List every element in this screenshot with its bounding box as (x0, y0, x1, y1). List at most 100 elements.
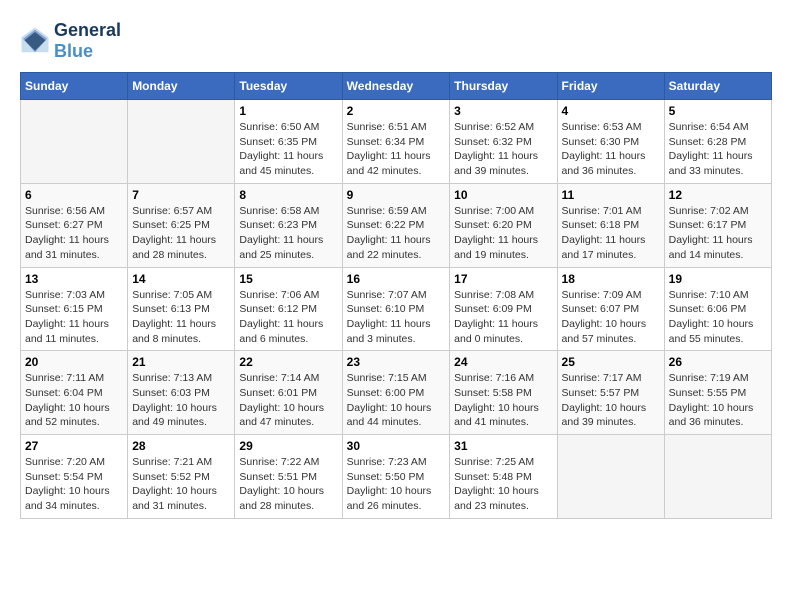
day-info: Sunrise: 7:08 AM Sunset: 6:09 PM Dayligh… (454, 288, 552, 347)
day-info: Sunrise: 6:50 AM Sunset: 6:35 PM Dayligh… (239, 120, 337, 179)
calendar-cell: 18 Sunrise: 7:09 AM Sunset: 6:07 PM Dayli… (557, 267, 664, 351)
day-info: Sunrise: 7:07 AM Sunset: 6:10 PM Dayligh… (347, 288, 446, 347)
day-number: 29 (239, 439, 337, 453)
calendar-body: 1 Sunrise: 6:50 AM Sunset: 6:35 PM Daylig… (21, 100, 772, 519)
day-number: 10 (454, 188, 552, 202)
calendar-cell: 23Sunrise: 7:15 AM Sunset: 6:00 PM Dayli… (342, 351, 450, 435)
calendar-cell: 15 Sunrise: 7:06 AM Sunset: 6:12 PM Dayli… (235, 267, 342, 351)
day-info: Sunrise: 6:56 AM Sunset: 6:27 PM Dayligh… (25, 204, 123, 263)
day-info: Sunrise: 7:21 AM Sunset: 5:52 PM Dayligh… (132, 455, 230, 514)
calendar-cell (664, 435, 771, 519)
weekday-header-friday: Friday (557, 73, 664, 100)
day-info: Sunrise: 7:02 AM Sunset: 6:17 PM Dayligh… (669, 204, 767, 263)
day-number: 15 (239, 272, 337, 286)
weekday-header-saturday: Saturday (664, 73, 771, 100)
calendar-week-row: 1 Sunrise: 6:50 AM Sunset: 6:35 PM Daylig… (21, 100, 772, 184)
day-number: 31 (454, 439, 552, 453)
day-info: Sunrise: 7:03 AM Sunset: 6:15 PM Dayligh… (25, 288, 123, 347)
calendar-week-row: 27Sunrise: 7:20 AM Sunset: 5:54 PM Dayli… (21, 435, 772, 519)
calendar-cell: 4Sunrise: 6:53 AM Sunset: 6:30 PM Daylig… (557, 100, 664, 184)
day-info: Sunrise: 7:13 AM Sunset: 6:03 PM Dayligh… (132, 371, 230, 430)
calendar-cell: 13 Sunrise: 7:03 AM Sunset: 6:15 PM Dayli… (21, 267, 128, 351)
calendar-cell: 24Sunrise: 7:16 AM Sunset: 5:58 PM Dayli… (450, 351, 557, 435)
page-header: General Blue (20, 20, 772, 62)
day-info: Sunrise: 7:25 AM Sunset: 5:48 PM Dayligh… (454, 455, 552, 514)
calendar-cell: 27Sunrise: 7:20 AM Sunset: 5:54 PM Dayli… (21, 435, 128, 519)
day-number: 19 (669, 272, 767, 286)
day-number: 2 (347, 104, 446, 118)
day-number: 8 (239, 188, 337, 202)
calendar-cell (21, 100, 128, 184)
day-info: Sunrise: 7:06 AM Sunset: 6:12 PM Dayligh… (239, 288, 337, 347)
calendar-cell: 28 Sunrise: 7:21 AM Sunset: 5:52 PM Dayli… (128, 435, 235, 519)
day-info: Sunrise: 7:10 AM Sunset: 6:06 PM Dayligh… (669, 288, 767, 347)
day-info: Sunrise: 7:20 AM Sunset: 5:54 PM Dayligh… (25, 455, 123, 514)
calendar-header-row: SundayMondayTuesdayWednesdayThursdayFrid… (21, 73, 772, 100)
day-number: 30 (347, 439, 446, 453)
day-number: 25 (562, 355, 660, 369)
calendar-cell: 30 Sunrise: 7:23 AM Sunset: 5:50 PM Dayli… (342, 435, 450, 519)
calendar-cell: 16 Sunrise: 7:07 AM Sunset: 6:10 PM Dayli… (342, 267, 450, 351)
day-number: 16 (347, 272, 446, 286)
day-info: Sunrise: 6:53 AM Sunset: 6:30 PM Dayligh… (562, 120, 660, 179)
day-info: Sunrise: 7:15 AM Sunset: 6:00 PM Dayligh… (347, 371, 446, 430)
logo: General Blue (20, 20, 121, 62)
day-info: Sunrise: 6:52 AM Sunset: 6:32 PM Dayligh… (454, 120, 552, 179)
logo-icon (20, 26, 50, 56)
day-number: 18 (562, 272, 660, 286)
logo-text: General Blue (54, 20, 121, 62)
calendar-cell: 7 Sunrise: 6:57 AM Sunset: 6:25 PM Daylig… (128, 183, 235, 267)
day-info: Sunrise: 7:22 AM Sunset: 5:51 PM Dayligh… (239, 455, 337, 514)
day-number: 22 (239, 355, 337, 369)
day-info: Sunrise: 7:14 AM Sunset: 6:01 PM Dayligh… (239, 371, 337, 430)
day-info: Sunrise: 6:59 AM Sunset: 6:22 PM Dayligh… (347, 204, 446, 263)
day-number: 1 (239, 104, 337, 118)
day-number: 7 (132, 188, 230, 202)
day-number: 5 (669, 104, 767, 118)
day-number: 13 (25, 272, 123, 286)
calendar-week-row: 13 Sunrise: 7:03 AM Sunset: 6:15 PM Dayli… (21, 267, 772, 351)
day-info: Sunrise: 7:17 AM Sunset: 5:57 PM Dayligh… (562, 371, 660, 430)
day-number: 6 (25, 188, 123, 202)
calendar-cell: 31 Sunrise: 7:25 AM Sunset: 5:48 PM Dayli… (450, 435, 557, 519)
calendar-cell: 9 Sunrise: 6:59 AM Sunset: 6:22 PM Daylig… (342, 183, 450, 267)
day-info: Sunrise: 7:19 AM Sunset: 5:55 PM Dayligh… (669, 371, 767, 430)
calendar-cell: 21 Sunrise: 7:13 AM Sunset: 6:03 PM Dayli… (128, 351, 235, 435)
calendar-cell: 1 Sunrise: 6:50 AM Sunset: 6:35 PM Daylig… (235, 100, 342, 184)
day-number: 28 (132, 439, 230, 453)
weekday-header-monday: Monday (128, 73, 235, 100)
calendar-cell: 29 Sunrise: 7:22 AM Sunset: 5:51 PM Dayli… (235, 435, 342, 519)
calendar-cell: 22 Sunrise: 7:14 AM Sunset: 6:01 PM Dayli… (235, 351, 342, 435)
calendar-cell: 5 Sunrise: 6:54 AM Sunset: 6:28 PM Daylig… (664, 100, 771, 184)
calendar-week-row: 20 Sunrise: 7:11 AM Sunset: 6:04 PM Dayli… (21, 351, 772, 435)
calendar-cell: 2 Sunrise: 6:51 AM Sunset: 6:34 PM Daylig… (342, 100, 450, 184)
calendar-cell: 19 Sunrise: 7:10 AM Sunset: 6:06 PM Dayli… (664, 267, 771, 351)
calendar-cell: 3 Sunrise: 6:52 AM Sunset: 6:32 PM Daylig… (450, 100, 557, 184)
day-number: 20 (25, 355, 123, 369)
calendar-cell: 10Sunrise: 7:00 AM Sunset: 6:20 PM Dayli… (450, 183, 557, 267)
day-number: 21 (132, 355, 230, 369)
calendar-cell: 6 Sunrise: 6:56 AM Sunset: 6:27 PM Daylig… (21, 183, 128, 267)
weekday-header-tuesday: Tuesday (235, 73, 342, 100)
calendar-cell (557, 435, 664, 519)
day-number: 26 (669, 355, 767, 369)
day-info: Sunrise: 7:11 AM Sunset: 6:04 PM Dayligh… (25, 371, 123, 430)
day-info: Sunrise: 7:23 AM Sunset: 5:50 PM Dayligh… (347, 455, 446, 514)
weekday-header-sunday: Sunday (21, 73, 128, 100)
calendar-cell: 8 Sunrise: 6:58 AM Sunset: 6:23 PM Daylig… (235, 183, 342, 267)
calendar-cell: 14Sunrise: 7:05 AM Sunset: 6:13 PM Dayli… (128, 267, 235, 351)
calendar-week-row: 6 Sunrise: 6:56 AM Sunset: 6:27 PM Daylig… (21, 183, 772, 267)
day-number: 9 (347, 188, 446, 202)
weekday-header-thursday: Thursday (450, 73, 557, 100)
day-info: Sunrise: 6:51 AM Sunset: 6:34 PM Dayligh… (347, 120, 446, 179)
day-info: Sunrise: 6:54 AM Sunset: 6:28 PM Dayligh… (669, 120, 767, 179)
day-info: Sunrise: 7:05 AM Sunset: 6:13 PM Dayligh… (132, 288, 230, 347)
day-info: Sunrise: 6:57 AM Sunset: 6:25 PM Dayligh… (132, 204, 230, 263)
day-info: Sunrise: 7:09 AM Sunset: 6:07 PM Dayligh… (562, 288, 660, 347)
day-number: 3 (454, 104, 552, 118)
day-number: 17 (454, 272, 552, 286)
day-info: Sunrise: 6:58 AM Sunset: 6:23 PM Dayligh… (239, 204, 337, 263)
day-info: Sunrise: 7:01 AM Sunset: 6:18 PM Dayligh… (562, 204, 660, 263)
calendar-cell: 25 Sunrise: 7:17 AM Sunset: 5:57 PM Dayli… (557, 351, 664, 435)
day-number: 24 (454, 355, 552, 369)
